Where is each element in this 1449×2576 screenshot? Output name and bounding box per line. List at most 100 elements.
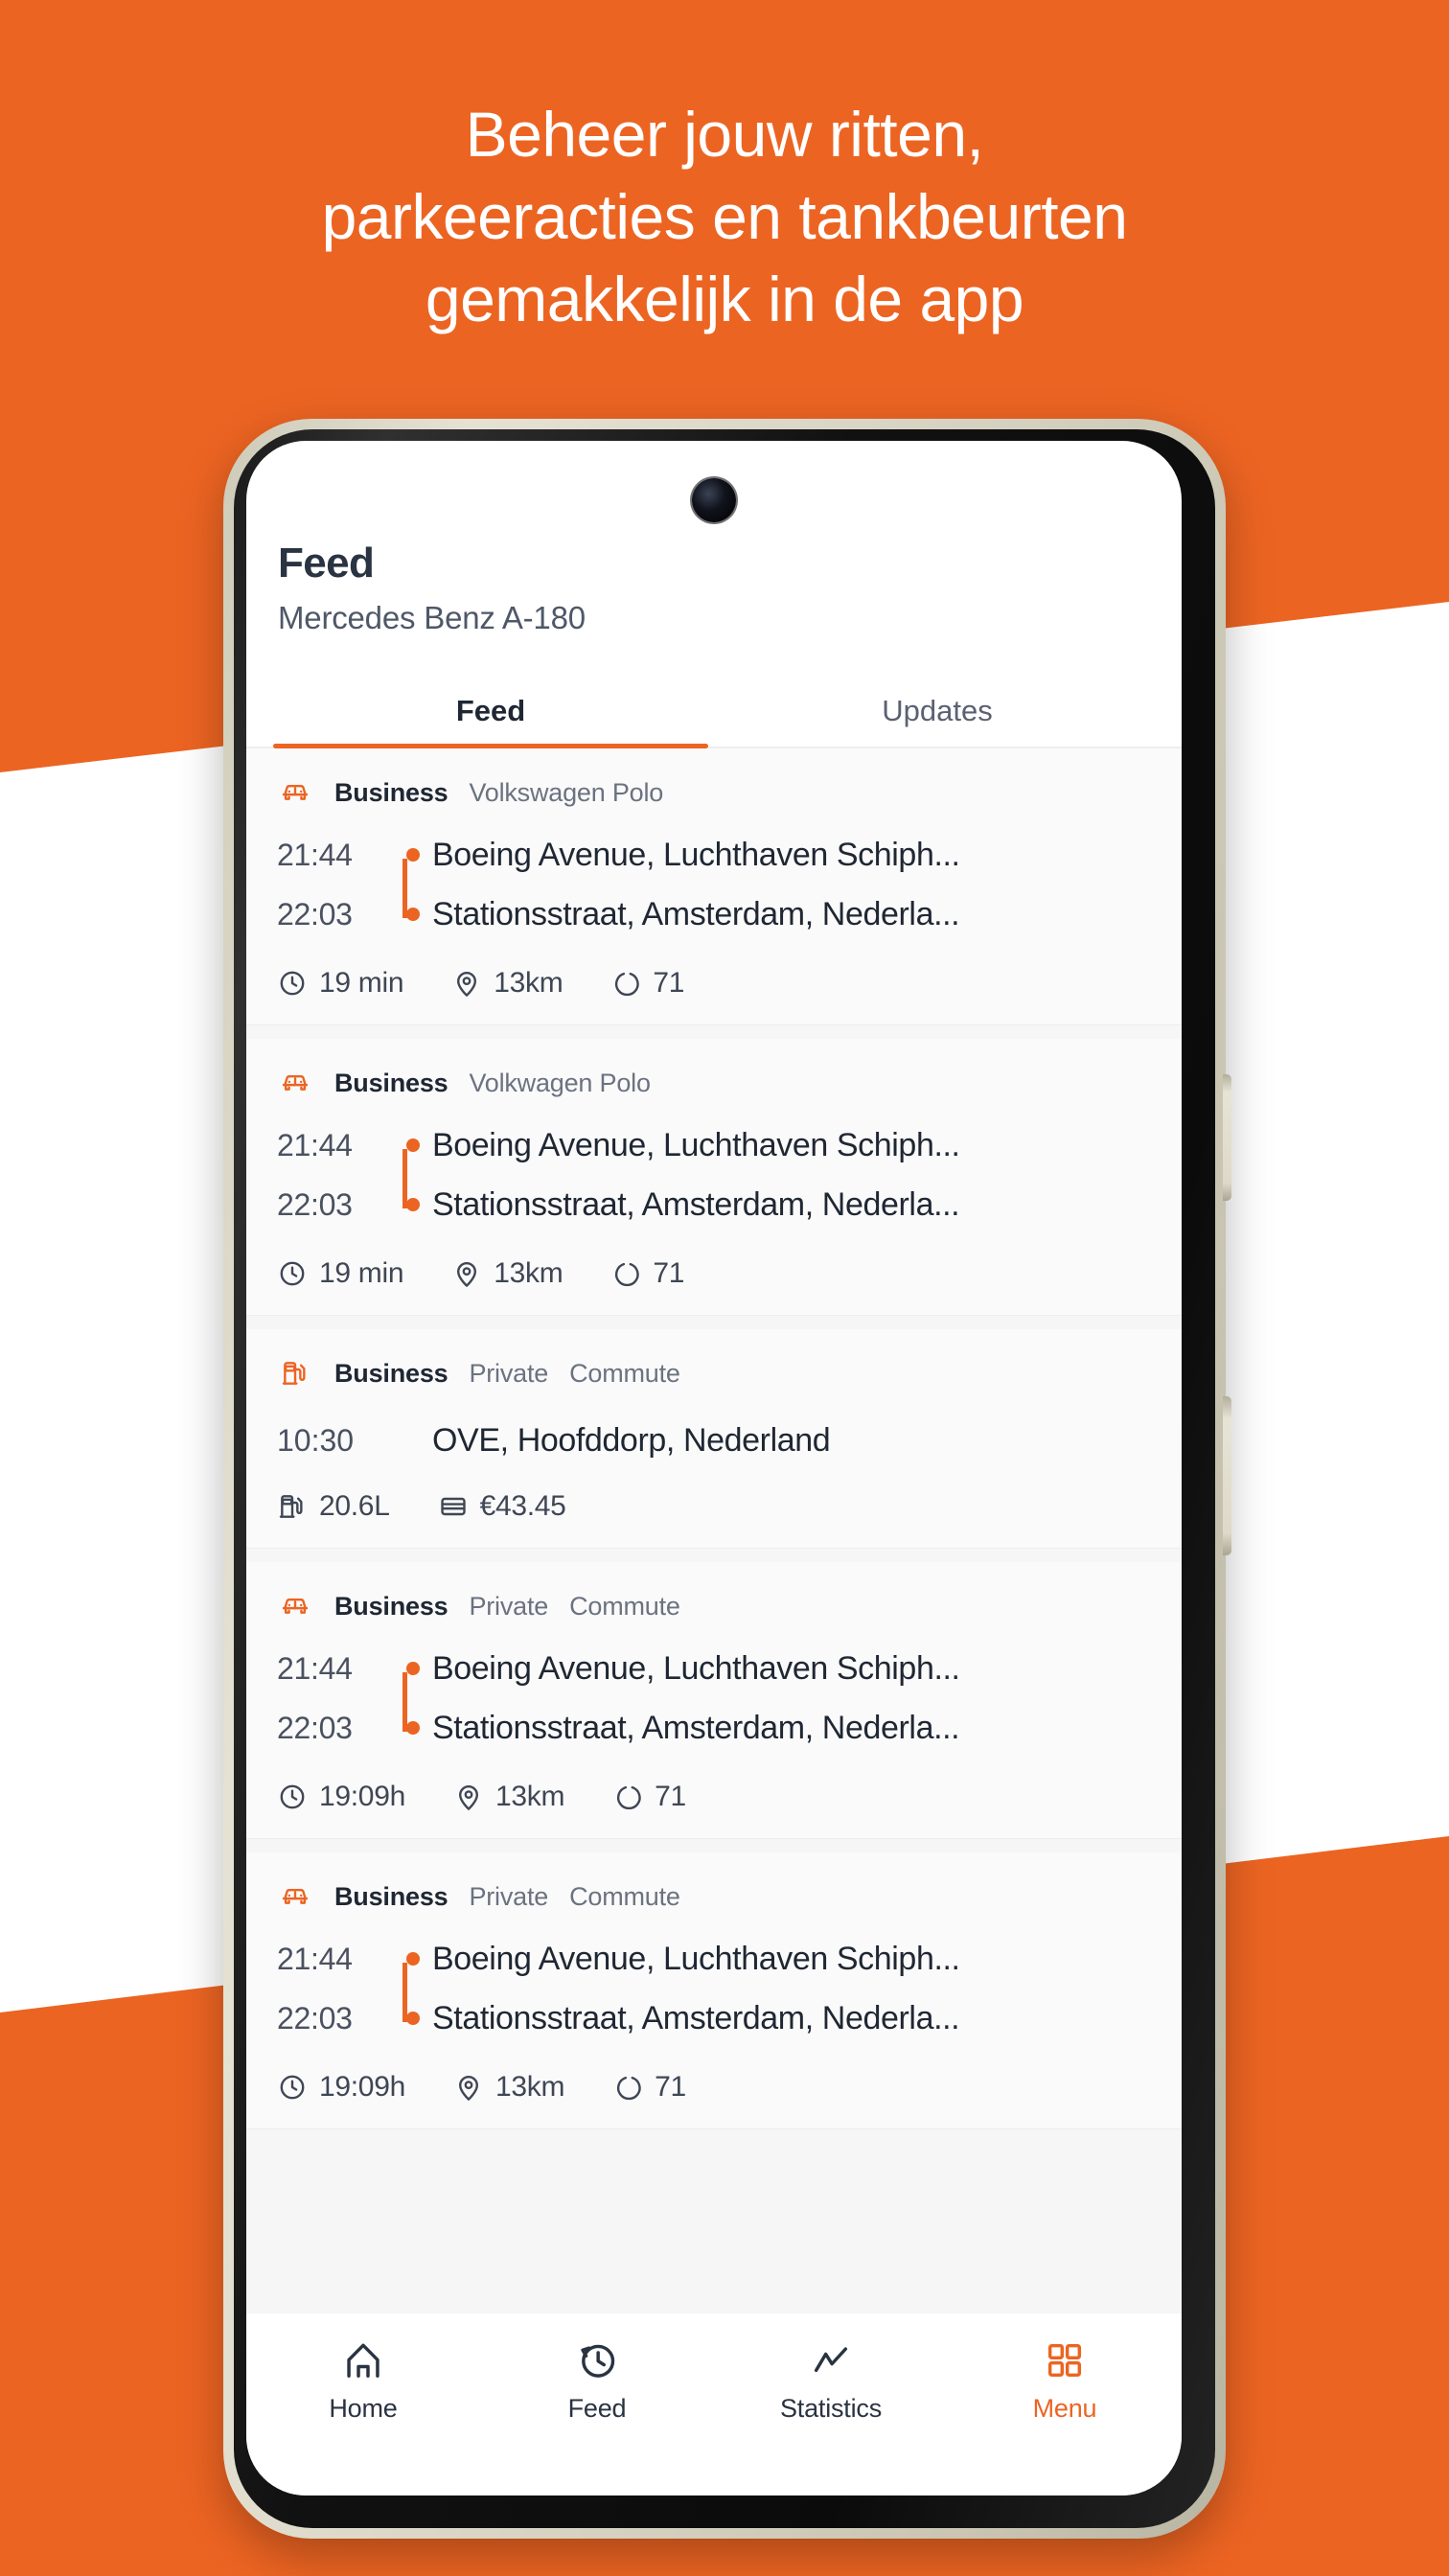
card-tag[interactable]: Private: [469, 1882, 548, 1912]
end-address: Stationsstraat, Amsterdam, Nederla...: [432, 1709, 960, 1746]
card-tag-row: Business Volkswagen Polo: [277, 777, 1151, 808]
car-icon: [277, 1591, 313, 1622]
card-tag-row: Business Private Commute: [277, 1591, 1151, 1622]
card-tag[interactable]: Commute: [569, 1359, 680, 1389]
card-tag-row: Business Volkwagen Polo: [277, 1068, 1151, 1098]
stat-item: 71: [612, 2071, 686, 2104]
start-time: 21:44: [277, 1127, 353, 1162]
feed-card[interactable]: Business Volkwagen Polo 21:44 Boeing Avenue…: [246, 1039, 1182, 1316]
start-address: Boeing Avenue, Luchthaven Schiph...: [432, 836, 960, 873]
phone-mockup: Feed Mercedes Benz A-180 Feed Updates Bu…: [223, 419, 1231, 2539]
stat-item: 13km: [453, 1781, 564, 1813]
start-time: 21:44: [277, 1941, 353, 1976]
card-icon: [438, 1491, 469, 1522]
start-address: Boeing Avenue, Luchthaven Schiph...: [432, 1126, 960, 1163]
feed-card[interactable]: Business Volkswagen Polo 21:44 Boeing Avenu…: [246, 748, 1182, 1025]
page-title: Feed: [278, 540, 375, 586]
stat-item: 71: [610, 967, 685, 1000]
fuel-pump-icon: [279, 1495, 303, 1518]
stat-value: €43.45: [479, 1490, 566, 1522]
car-icon: [282, 1075, 309, 1091]
card-tag[interactable]: Business: [334, 1882, 448, 1912]
gauge-icon: [617, 1785, 641, 1810]
tab-updates[interactable]: Updates: [714, 682, 1161, 747]
gauge-icon: [615, 1262, 640, 1287]
feed-card[interactable]: Business Private Commute 10:30 OVE, Hoofddor…: [246, 1329, 1182, 1549]
stat-value: 13km: [494, 1781, 565, 1812]
stat-value: 71: [653, 967, 685, 999]
card-stats: 19:09h 13km 71: [277, 2071, 1151, 2104]
stat-item: 13km: [451, 1257, 564, 1290]
clock-icon: [280, 1261, 305, 1286]
nav-item-label: Menu: [1032, 2394, 1097, 2423]
car-icon: [282, 1598, 309, 1614]
gauge-icon: [612, 2072, 643, 2103]
headline-line-3: gemakkelijk in de app: [425, 263, 1024, 334]
feed-card[interactable]: Business Private Commute 21:44 Boeing Avenue…: [246, 1852, 1182, 2129]
card-tag[interactable]: Volkwagen Polo: [469, 1069, 651, 1098]
stat-item: 20.6L: [277, 1490, 390, 1523]
clock-icon: [277, 2072, 308, 2103]
card-tag[interactable]: Commute: [569, 1882, 680, 1912]
clock-icon: [280, 2075, 305, 2100]
card-tag[interactable]: Volkswagen Polo: [469, 778, 663, 808]
start-dot-icon: [396, 825, 432, 885]
stat-item: 13km: [453, 2071, 564, 2104]
fuel-time: 10:30: [277, 1422, 355, 1458]
start-time: 21:44: [277, 1650, 353, 1686]
card-tag[interactable]: Business: [334, 1359, 448, 1389]
nav-item-feed[interactable]: Feed: [480, 2338, 714, 2424]
end-dot-icon: [396, 1175, 432, 1234]
tab-feed[interactable]: Feed: [267, 682, 714, 748]
card-tag[interactable]: Business: [334, 1069, 448, 1098]
pin-icon: [458, 1785, 478, 1810]
end-dot-icon: [396, 885, 432, 944]
volume-button[interactable]: [1223, 1074, 1231, 1201]
card-tag[interactable]: Business: [334, 778, 448, 808]
route-start: 21:44 Boeing Avenue, Luchthaven Schiph...: [277, 1639, 1151, 1698]
start-dot-icon: [396, 1116, 432, 1175]
end-dot-icon: [396, 1989, 432, 2048]
pin-icon: [457, 972, 477, 997]
bottom-navigation: Home Feed Statistics Menu: [246, 2313, 1182, 2496]
home-icon: [341, 2338, 385, 2382]
gauge-icon: [617, 2076, 641, 2101]
nav-item-menu[interactable]: Menu: [948, 2338, 1182, 2424]
clock-icon: [277, 1782, 308, 1812]
grid-icon: [1047, 2343, 1082, 2378]
history-icon: [575, 2338, 619, 2382]
route-end: 22:03 Stationsstraat, Amsterdam, Nederla.…: [277, 1989, 1151, 2048]
stat-value: 71: [655, 1781, 686, 1812]
feed-card[interactable]: Business Private Commute 21:44 Boeing Avenue…: [246, 1562, 1182, 1839]
nav-item-statistics[interactable]: Statistics: [714, 2338, 948, 2424]
pin-icon: [453, 2072, 484, 2103]
nav-item-label: Feed: [567, 2394, 627, 2423]
gauge-icon: [612, 1782, 643, 1812]
route-end: 22:03 Stationsstraat, Amsterdam, Nederla.…: [277, 1175, 1151, 1234]
pin-icon: [453, 1782, 484, 1812]
card-tag[interactable]: Private: [469, 1359, 548, 1389]
power-button[interactable]: [1223, 1396, 1231, 1555]
stat-value: 13km: [494, 967, 564, 999]
stat-value: 71: [653, 1257, 685, 1289]
stat-item: €43.45: [438, 1490, 566, 1523]
card-tag[interactable]: Business: [334, 1592, 448, 1622]
trip-route: 21:44 Boeing Avenue, Luchthaven Schiph...…: [277, 825, 1151, 944]
grid-icon: [1043, 2338, 1087, 2382]
start-address: Boeing Avenue, Luchthaven Schiph...: [432, 1649, 960, 1687]
end-dot-icon: [396, 1698, 432, 1758]
card-tag[interactable]: Private: [469, 1592, 548, 1622]
stat-item: 71: [612, 1781, 686, 1813]
tab-bar: Feed Updates: [246, 682, 1182, 748]
pin-icon: [451, 1258, 482, 1289]
card-tag[interactable]: Commute: [569, 1592, 680, 1622]
pin-icon: [451, 968, 482, 999]
card-stats: 19 min 13km 71: [277, 1257, 1151, 1290]
nav-item-home[interactable]: Home: [246, 2338, 480, 2424]
start-time: 21:44: [277, 837, 353, 872]
pin-icon: [457, 1262, 477, 1287]
end-time: 22:03: [277, 1710, 353, 1745]
route-start: 21:44 Boeing Avenue, Luchthaven Schiph...: [277, 1929, 1151, 1989]
route-end: 22:03 Stationsstraat, Amsterdam, Nederla.…: [277, 1698, 1151, 1758]
feed-list[interactable]: Business Volkswagen Polo 21:44 Boeing Avenu…: [246, 748, 1182, 2339]
